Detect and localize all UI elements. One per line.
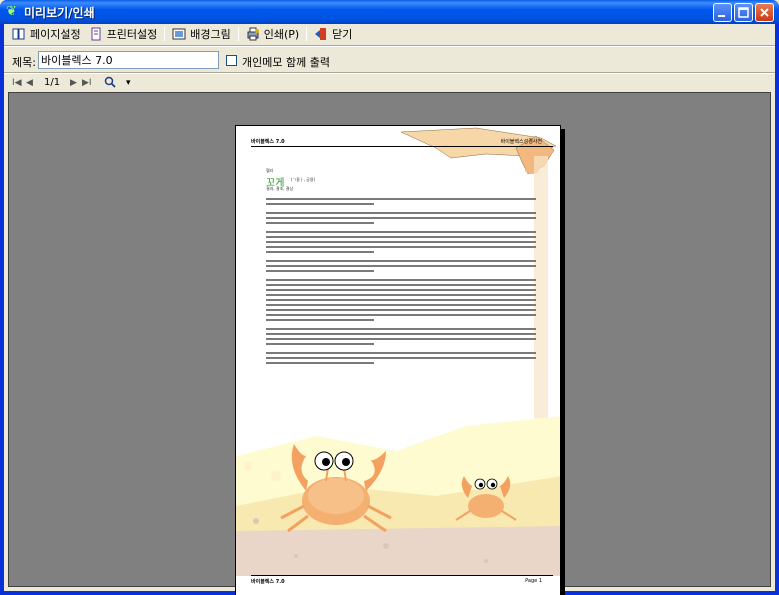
window-title: 미리보기/인쇄 (24, 6, 95, 20)
close-label: 닫기 (332, 28, 353, 41)
page-setup-button[interactable]: 페이지설정 (8, 25, 85, 43)
memo-checkbox-label[interactable]: 개인메모 함께 출력 (242, 54, 330, 70)
page-header-rule (251, 146, 553, 147)
entry-hanja: (ㄱ용ㅏ, 궁용) (291, 177, 316, 182)
title-input[interactable] (38, 51, 219, 69)
background-label: 배경그림 (190, 28, 231, 41)
app-icon: ❦ (6, 4, 17, 19)
page-footer-right: Page 1 (525, 578, 542, 584)
page-preview: 바이블렉스 7.0 바이블렉스성경사전 헬라 꼬게 (ㄱ용ㅏ, 궁용) 결과, … (235, 125, 561, 595)
close-button[interactable]: 닫기 (310, 25, 356, 43)
book-icon (12, 27, 26, 41)
entry-body-text (266, 198, 536, 367)
toolbar-divider (4, 45, 775, 47)
close-window-button[interactable] (755, 3, 774, 22)
exit-icon (314, 27, 328, 41)
page-header-left: 바이블렉스 7.0 (251, 139, 285, 145)
toolbar: 페이지설정 프린터설정 배경그림 인쇄(P) 닫기 (4, 24, 775, 44)
window-frame: ❦ 미리보기/인쇄 페이지설정 프린터설정 배경그림 인쇄(P) 닫기 제목: … (0, 0, 779, 595)
title-bar[interactable]: ❦ 미리보기/인쇄 (0, 0, 779, 24)
minimize-button[interactable] (713, 3, 732, 22)
entry-meanings: 결과, 결조, 결상 (266, 186, 294, 191)
title-row: 제목: 개인메모 함께 출력 (4, 50, 775, 70)
zoom-button[interactable] (104, 76, 116, 91)
toolbar-separator (237, 27, 239, 41)
page-footer-left: 바이블렉스 7.0 (251, 579, 285, 585)
next-page-button[interactable]: ▶ (70, 78, 77, 88)
first-page-button[interactable]: I◀ (12, 78, 22, 88)
navigation-bar: I◀ ◀ 1/1 ▶ ▶I ▾ (4, 74, 775, 92)
zoom-dropdown[interactable]: ▾ (126, 78, 131, 88)
maximize-icon (738, 7, 749, 18)
print-button[interactable]: 인쇄(P) (242, 25, 303, 43)
maximize-button[interactable] (734, 3, 753, 22)
picture-icon (172, 27, 186, 41)
last-page-button[interactable]: ▶I (82, 78, 92, 88)
prev-page-button[interactable]: ◀ (26, 78, 33, 88)
memo-checkbox[interactable] (226, 55, 237, 66)
print-label: 인쇄(P) (263, 28, 300, 41)
title-label: 제목: (12, 56, 36, 69)
magnifier-icon (104, 76, 116, 88)
printer-icon (246, 27, 260, 41)
printer-setup-label: 프린터설정 (106, 28, 158, 41)
background-button[interactable]: 배경그림 (168, 25, 234, 43)
client-area: 페이지설정 프린터설정 배경그림 인쇄(P) 닫기 제목: 바이블렉스 7.0 … (4, 24, 775, 595)
page-setup-label: 페이지설정 (30, 28, 81, 41)
minimize-icon (718, 15, 725, 17)
document-icon (89, 27, 103, 41)
toolbar-separator (306, 27, 308, 41)
page-indicator: 1/1 (44, 77, 61, 88)
printer-setup-button[interactable]: 프린터설정 (85, 25, 162, 43)
preview-area[interactable]: 바이블렉스 7.0 바이블렉스성경사전 헬라 꼬게 (ㄱ용ㅏ, 궁용) 결과, … (8, 92, 771, 595)
toolbar-separator (164, 27, 166, 41)
page-header-right: 바이블렉스성경사전 (500, 139, 542, 145)
close-icon (760, 8, 769, 17)
page-footer-rule (251, 575, 553, 576)
